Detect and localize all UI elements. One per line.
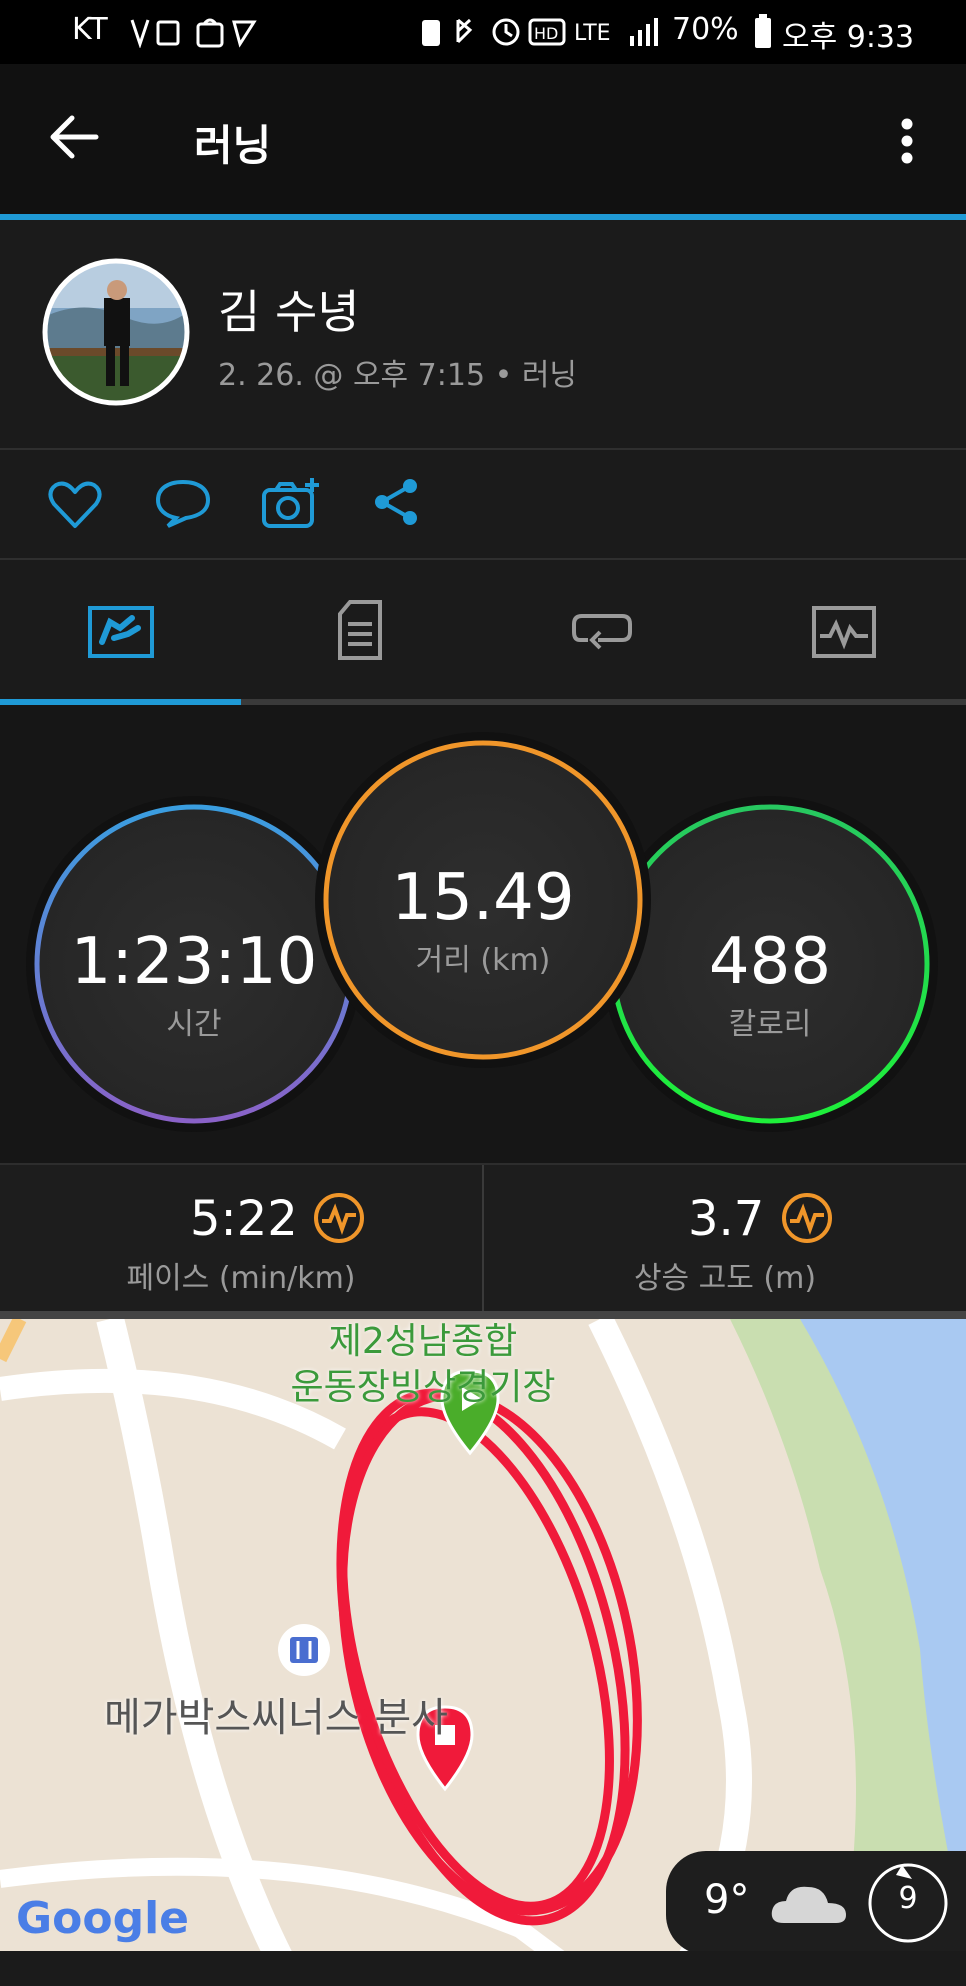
athlete-name[interactable]: 김 수녕 <box>218 276 360 342</box>
tab-charts-icon[interactable] <box>812 604 876 660</box>
weather-widget[interactable]: 9° 9 <box>666 1851 966 1955</box>
activity-meta: 2. 26. @ 오후 7:15 • 러닝 <box>218 358 578 393</box>
tab-stats-icon[interactable] <box>336 598 386 662</box>
cloudy-weather-icon <box>771 1886 846 1923</box>
pace-insight-icon[interactable] <box>312 1191 366 1245</box>
map-place-label-line1: 제2성남종합 <box>328 1321 518 1362</box>
google-logo: Google <box>16 1893 189 1944</box>
share-icon[interactable] <box>372 476 422 528</box>
battery-icon <box>755 14 771 48</box>
time-value: 1:23:10 <box>70 925 318 999</box>
add-photo-icon[interactable] <box>260 474 322 532</box>
calories-value: 488 <box>708 925 832 999</box>
elevation-value: 3.7 <box>688 1191 765 1247</box>
clock: 오후 9:33 <box>782 20 915 55</box>
secondary-metrics: 5:22 페이스 (min/km) 3.7 상승 고도 (m) <box>0 1163 966 1313</box>
svg-text:HD: HD <box>534 24 558 43</box>
notification-icons <box>130 18 257 48</box>
calories-label: 칼로리 <box>728 1007 812 1042</box>
back-arrow-icon[interactable] <box>48 114 100 160</box>
comment-icon[interactable] <box>154 478 212 530</box>
route-track <box>336 1388 642 1926</box>
activity-header: 김 수녕 2. 26. @ 오후 7:15 • 러닝 <box>0 220 966 450</box>
tab-overview-icon[interactable] <box>88 604 154 660</box>
avatar[interactable] <box>42 258 190 406</box>
overflow-menu-icon[interactable] <box>896 116 918 166</box>
map-poi-label: 메가박스씨너스 분사 <box>104 1695 448 1741</box>
elevation-label: 상승 고도 (m) <box>633 1261 817 1296</box>
app-bar: 러닝 <box>0 64 966 214</box>
summary-stats: 1:23:10 시간 15.49 거리 (km) 488 칼로리 <box>0 705 966 1163</box>
social-actions <box>0 450 966 560</box>
status-bar: KT HD LTE 70% 오후 9:33 <box>0 0 966 64</box>
time-label: 시간 <box>166 1007 222 1042</box>
svg-text:LTE: LTE <box>574 21 611 46</box>
tab-laps-icon[interactable] <box>570 608 634 656</box>
route-map[interactable]: 제2성남종합 운동장빙상경기장 메가박스씨너스 분사 Google 9° 9 <box>0 1311 966 1959</box>
distance-value: 15.49 <box>391 861 575 935</box>
elevation-insight-icon[interactable] <box>780 1191 834 1245</box>
like-heart-icon[interactable] <box>48 480 102 530</box>
wind-speed: 9 <box>898 1881 918 1916</box>
activity-tabs <box>0 560 966 705</box>
map-place-label-line2: 운동장빙상경기장 <box>290 1367 556 1408</box>
battery-percent: 70% <box>672 12 739 47</box>
carrier-label: KT <box>72 12 108 47</box>
weather-temp: 9° <box>704 1877 750 1923</box>
pace-value: 5:22 <box>190 1191 298 1247</box>
page-title: 러닝 <box>194 121 272 170</box>
pace-label: 페이스 (min/km) <box>126 1261 356 1296</box>
bottom-section <box>0 1951 966 1986</box>
distance-label: 거리 (km) <box>415 943 551 978</box>
